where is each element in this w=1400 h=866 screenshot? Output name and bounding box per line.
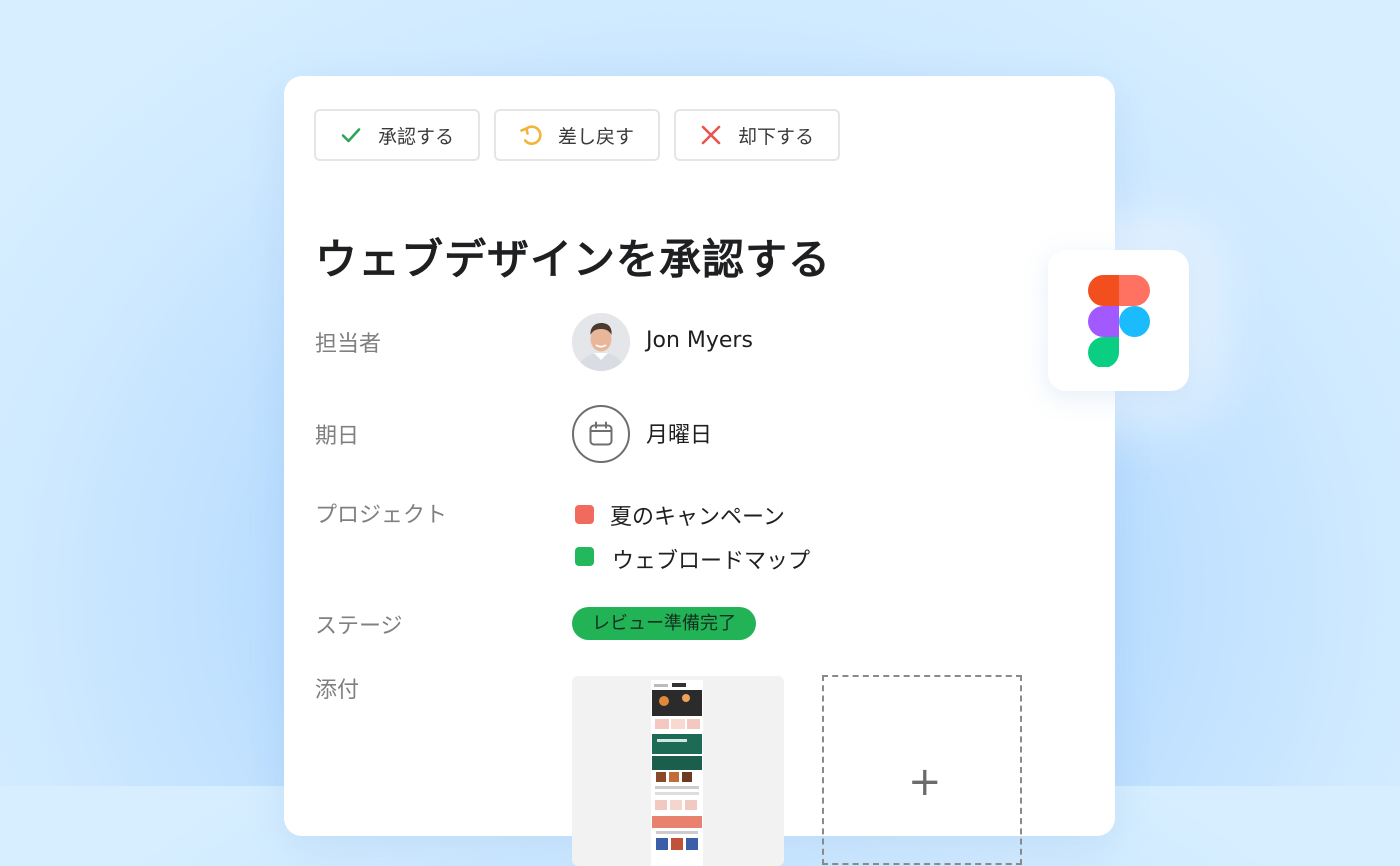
task-detail-card: 承認する 差し戻す 却下する ウェブデザインを承認する 担当者 Jon Myer… (284, 76, 1115, 866)
stage-badge[interactable]: レビュー準備完了 (572, 607, 756, 640)
close-x-icon (698, 122, 724, 148)
project-color-dot (575, 547, 594, 566)
return-button-label: 差し戻す (558, 125, 635, 148)
avatar[interactable] (572, 313, 630, 371)
projects-label: プロジェクト (315, 503, 448, 528)
project-item-web-roadmap[interactable]: ウェブロードマップ (612, 543, 810, 575)
figma-logo-icon[interactable] (1048, 250, 1189, 391)
approve-button-label: 承認する (378, 125, 455, 148)
add-attachment-button[interactable]: + (822, 675, 1022, 865)
calendar-icon[interactable] (572, 405, 630, 463)
project-color-dot (575, 505, 594, 524)
checkmark-icon (338, 122, 364, 148)
reject-button-label: 却下する (738, 125, 815, 148)
assignee-label: 担当者 (315, 332, 382, 357)
return-button[interactable]: 差し戻す (494, 109, 660, 161)
plus-icon: + (908, 759, 942, 805)
reject-button[interactable]: 却下する (674, 109, 840, 161)
assignee-name[interactable]: Jon Myers (646, 328, 753, 353)
attachment-thumbnail[interactable] (572, 676, 784, 866)
return-arrow-icon (518, 122, 544, 148)
task-title: ウェブデザインを承認する (315, 235, 832, 284)
due-date-label: 期日 (315, 424, 360, 449)
attachments-label: 添付 (315, 678, 360, 703)
approve-button[interactable]: 承認する (314, 109, 480, 161)
stage-label: ステージ (315, 614, 403, 639)
due-date-value[interactable]: 月曜日 (646, 417, 712, 449)
project-item-summer-campaign[interactable]: 夏のキャンペーン (610, 499, 785, 531)
